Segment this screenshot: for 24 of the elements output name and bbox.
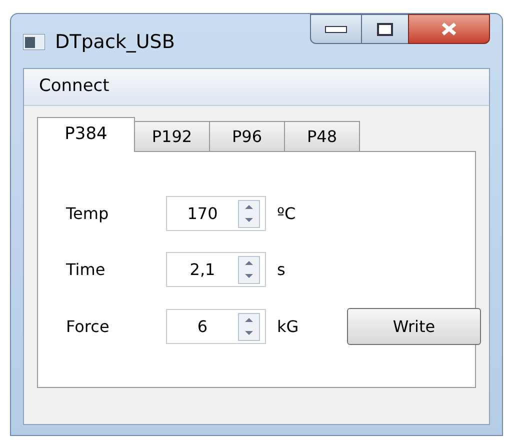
field-label: Temp (66, 202, 110, 224)
spin-arrows-icon[interactable] (238, 312, 260, 340)
tab[interactable]: P48 (285, 121, 360, 151)
tab[interactable]: P96 (210, 121, 285, 151)
close-button[interactable] (408, 14, 490, 44)
minimize-button[interactable] (310, 14, 362, 44)
close-icon (440, 22, 458, 36)
field-label: Force (66, 316, 110, 338)
menu-item[interactable]: Connect (39, 74, 110, 100)
field-label: Time (66, 258, 106, 280)
tab[interactable]: P192 (135, 121, 210, 151)
window-title: DTpack_USB (55, 30, 175, 55)
maximize-button[interactable] (362, 14, 408, 44)
unit-label: s (277, 258, 286, 280)
write-button[interactable]: Write (347, 308, 481, 345)
spin-box[interactable]: 170 (166, 196, 266, 231)
spin-box[interactable]: 2,1 (166, 252, 266, 287)
tab[interactable]: P384 (37, 117, 135, 152)
app-icon (23, 34, 45, 50)
spin-arrows-icon[interactable] (238, 256, 260, 284)
unit-label: ºC (277, 202, 297, 224)
spin-arrows-icon[interactable] (238, 200, 260, 228)
unit-label: kG (277, 316, 300, 338)
spin-box[interactable]: 6 (166, 309, 266, 344)
